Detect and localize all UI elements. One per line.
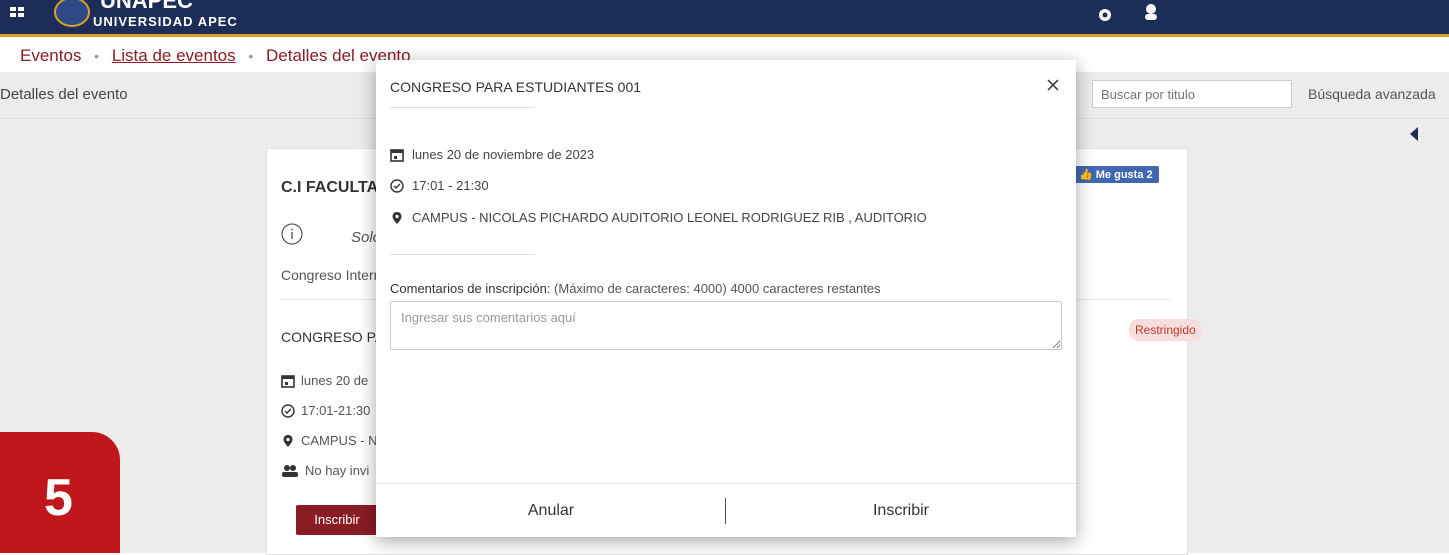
group-icon bbox=[282, 465, 298, 477]
inscribir-button[interactable]: Inscribir bbox=[726, 484, 1076, 538]
card-location-row: CAMPUS - N bbox=[281, 433, 378, 448]
registration-modal: CONGRESO PARA ESTUDIANTES 001 lunes 20 d… bbox=[376, 60, 1076, 537]
breadcrumb: Eventos • Lista de eventos • Detalles de… bbox=[20, 46, 411, 66]
card-time-text: 17:01-21:30 bbox=[301, 403, 371, 418]
calendar-icon bbox=[390, 149, 404, 162]
card-date-text: lunes 20 de bbox=[301, 373, 369, 388]
brand-sub-text: UNIVERSIDAD APEC bbox=[93, 14, 238, 29]
advanced-search-link[interactable]: Búsqueda avanzada bbox=[1308, 86, 1436, 102]
modal-time-row: 17:01 - 21:30 bbox=[390, 178, 489, 193]
comments-label-title: Comentarios de inscripción: bbox=[390, 281, 551, 296]
modal-location-row: CAMPUS - NICOLAS PICHARDO AUDITORIO LEON… bbox=[390, 210, 927, 225]
search-input[interactable] bbox=[1092, 80, 1292, 108]
top-navbar: UNAPEC UNIVERSIDAD APEC bbox=[0, 0, 1449, 37]
comments-label: Comentarios de inscripción: (Máximo de c… bbox=[390, 281, 881, 296]
clock-icon bbox=[281, 404, 295, 418]
modal-footer: Anular Inscribir bbox=[376, 483, 1076, 538]
like-button[interactable]: 👍 Me gusta 2 bbox=[1073, 166, 1159, 183]
close-icon[interactable] bbox=[1046, 78, 1060, 92]
clock-icon bbox=[390, 179, 404, 193]
card-time-row: 17:01-21:30 bbox=[281, 403, 370, 418]
restricted-badge: Restringido bbox=[1129, 319, 1202, 341]
unapec-logo[interactable] bbox=[52, 0, 92, 30]
step-number: 5 bbox=[44, 469, 73, 527]
calendar-icon bbox=[281, 375, 295, 388]
comments-textarea[interactable] bbox=[390, 301, 1062, 350]
apps-grid-icon[interactable] bbox=[10, 7, 24, 17]
like-label: Me gusta 2 bbox=[1095, 169, 1153, 181]
map-pin-icon bbox=[392, 212, 402, 224]
card-invites-row: No hay invi bbox=[281, 463, 369, 478]
cancel-button[interactable]: Anular bbox=[376, 484, 726, 538]
breadcrumb-separator: • bbox=[248, 48, 254, 64]
step-number-badge: 5 bbox=[0, 432, 120, 553]
breadcrumb-separator: • bbox=[94, 48, 100, 64]
modal-divider bbox=[390, 107, 535, 108]
modal-divider bbox=[390, 254, 535, 255]
event-faculty-title: C.I FACULTA bbox=[281, 179, 379, 196]
modal-time-text: 17:01 - 21:30 bbox=[412, 178, 489, 193]
modal-title: CONGRESO PARA ESTUDIANTES 001 bbox=[390, 79, 642, 95]
modal-date-text: lunes 20 de noviembre de 2023 bbox=[412, 147, 595, 162]
modal-location-text: CAMPUS - NICOLAS PICHARDO AUDITORIO LEON… bbox=[412, 210, 927, 225]
modal-date-row: lunes 20 de noviembre de 2023 bbox=[390, 147, 594, 162]
card-date-row: lunes 20 de bbox=[281, 373, 368, 388]
event-description: Congreso Intern bbox=[281, 267, 382, 283]
card-inscribir-button[interactable]: Inscribir bbox=[296, 505, 378, 535]
card-location-text: CAMPUS - N bbox=[301, 433, 378, 448]
info-icon bbox=[281, 223, 303, 245]
page-title: Detalles del evento bbox=[0, 86, 128, 103]
card-invites-text: No hay invi bbox=[305, 463, 370, 478]
breadcrumb-lista-eventos[interactable]: Lista de eventos bbox=[112, 46, 236, 66]
breadcrumb-eventos[interactable]: Eventos bbox=[20, 46, 81, 66]
user-avatar-icon[interactable] bbox=[1142, 4, 1160, 24]
map-pin-icon bbox=[283, 435, 293, 447]
collapse-left-icon[interactable] bbox=[1409, 126, 1419, 142]
comments-char-hint: (Máximo de caracteres: 4000) 4000 caract… bbox=[554, 281, 881, 296]
gear-icon[interactable] bbox=[1096, 6, 1114, 24]
brand-main-text: UNAPEC bbox=[100, 0, 193, 13]
